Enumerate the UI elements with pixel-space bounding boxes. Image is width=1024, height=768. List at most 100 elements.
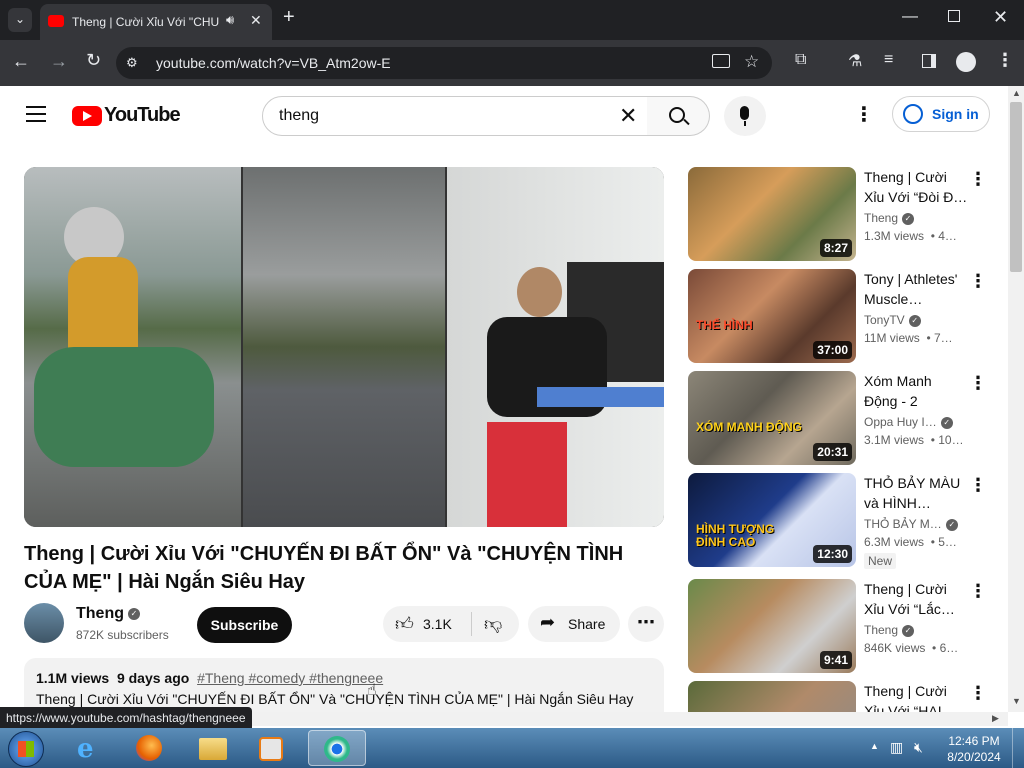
recommendation-thumbnail[interactable]: 9:41 — [688, 579, 856, 673]
recommendation-channel[interactable]: THỎ BẢY M… ✓ — [864, 517, 958, 531]
address-bar[interactable]: ⚙ youtube.com/watch?v=VB_Atm2ow-E ☆ — [116, 47, 772, 79]
site-info-icon[interactable]: ⚙ — [126, 55, 138, 71]
recommendation-item[interactable]: XÓM MANH ĐỘNG 20:31 Xóm Manh Động - 2 Oppa … — [688, 371, 998, 465]
more-options-icon[interactable]: ⋮ — [968, 683, 988, 704]
recommendation-thumbnail[interactable]: THỂ HÌNH 37:00 — [688, 269, 856, 363]
browser-tab-active[interactable]: Theng | Cười Xỉu Với "CHU 🔊︎ ✕ — [40, 4, 272, 40]
recommendation-stats: 11M views • 7… — [864, 331, 953, 345]
recommendation-channel[interactable]: TonyTV ✓ — [864, 313, 921, 327]
dislike-button[interactable]: 👎︎ — [472, 606, 519, 642]
video-duration-badge: 12:30 — [813, 545, 852, 563]
side-panel-icon[interactable] — [922, 54, 936, 68]
recommendation-title[interactable]: Xóm Manh Động - 2 — [864, 371, 968, 411]
verified-check-icon: ✓ — [945, 518, 958, 531]
more-options-icon[interactable]: ⋮ — [968, 271, 988, 292]
subscribe-button[interactable]: Subscribe — [197, 607, 292, 643]
like-dislike-group: 👍︎ 3.1K 👎︎ — [383, 606, 519, 642]
recommendation-thumbnail[interactable]: XÓM MANH ĐỘNG 20:31 — [688, 371, 856, 465]
settings-menu-icon[interactable]: ⋮ — [854, 102, 874, 127]
more-options-icon[interactable]: ⋮ — [968, 373, 988, 394]
recommendation-item[interactable]: THỂ HÌNH 37:00 Tony | Athletes' Muscle… Ton… — [688, 269, 998, 363]
minimize-icon[interactable]: — — [902, 8, 918, 26]
thumbnail-overlay-text: XÓM MANH ĐỘNG — [696, 420, 802, 434]
search-input[interactable]: theng ✕ — [262, 96, 648, 136]
back-icon[interactable]: ← — [12, 51, 30, 72]
vertical-scrollbar[interactable]: ▲ ▼ — [1008, 86, 1024, 712]
recommendation-thumbnail[interactable]: HÌNH TƯỢNG ĐỈNH CAO 12:30 — [688, 473, 856, 567]
recommendation-channel[interactable]: Oppa Huy I… ✓ — [864, 415, 953, 429]
bookmark-star-icon[interactable]: ☆ — [744, 52, 759, 72]
recommendation-title[interactable]: Theng | Cười Xỉu Với “Đòi Đ… — [864, 167, 968, 207]
youtube-play-logo-icon — [72, 106, 102, 126]
channel-name[interactable]: Theng ✓ — [76, 605, 140, 623]
windows-logo-icon — [18, 741, 34, 757]
taskbar-chrome-active[interactable] — [308, 730, 366, 766]
clock[interactable]: 12:46 PM 8/20/2024 — [944, 733, 1004, 765]
extensions-icon[interactable]: ⧉ — [795, 51, 806, 69]
more-options-icon[interactable]: ⋮ — [968, 581, 988, 602]
browser-menu-icon[interactable]: ⋮ — [996, 50, 1014, 71]
install-app-icon[interactable] — [712, 54, 730, 68]
sign-in-button[interactable]: Sign in — [892, 96, 990, 132]
show-desktop-button[interactable] — [1012, 728, 1024, 768]
folder-icon — [199, 738, 227, 760]
channel-avatar[interactable] — [24, 603, 64, 643]
taskbar-internet-explorer[interactable]: e — [64, 730, 118, 766]
recommendation-channel[interactable]: Theng ✓ — [864, 211, 915, 225]
share-button[interactable]: ➦ Share — [528, 606, 620, 642]
restore-icon[interactable] — [948, 10, 960, 22]
youtube-favicon-icon — [48, 15, 64, 27]
mouse-cursor-icon: ☝ — [367, 682, 377, 699]
windows-taskbar: e ▲ ▥ 🔇︎ 12:46 PM 8/20/2024 — [0, 728, 1024, 768]
description-box[interactable]: 1.1M views 9 days ago #Theng #comedy #th… — [24, 658, 664, 712]
hamburger-menu-icon[interactable] — [26, 106, 46, 122]
network-icon[interactable]: ▥ — [890, 739, 903, 756]
voice-search-button[interactable] — [724, 96, 766, 136]
forward-icon[interactable]: → — [50, 51, 68, 72]
url-text: youtube.com/watch?v=VB_Atm2ow-E — [156, 55, 391, 71]
more-horizontal-icon: ⋯ — [637, 612, 655, 632]
recommendation-title[interactable]: Theng | Cười Xỉu Với “HAI… — [864, 681, 968, 712]
show-hidden-icons-icon[interactable]: ▲ — [870, 741, 879, 751]
scrollbar-thumb[interactable] — [1010, 102, 1022, 272]
recommendation-thumbnail[interactable] — [688, 681, 856, 712]
tab-close-icon[interactable]: ✕ — [250, 12, 262, 29]
media-control-icon[interactable]: ≡ — [884, 51, 893, 69]
recommendation-item[interactable]: 9:41 Theng | Cười Xỉu Với “Lắc… Theng ✓ 846K… — [688, 579, 998, 673]
scroll-down-arrow-icon[interactable]: ▼ — [1012, 696, 1021, 706]
close-window-icon[interactable]: ✕ — [993, 7, 1008, 28]
video-frame-panel-middle — [243, 167, 445, 527]
taskbar-media-player[interactable] — [244, 730, 298, 766]
recommendation-thumbnail[interactable]: 8:27 — [688, 167, 856, 261]
more-actions-button[interactable]: ⋯ — [628, 606, 664, 642]
recommendation-channel[interactable]: Theng ✓ — [864, 623, 915, 637]
search-button[interactable] — [647, 96, 710, 136]
youtube-logo-text: YouTube — [104, 104, 181, 126]
new-tab-icon[interactable]: + — [283, 6, 295, 29]
scroll-right-arrow-icon[interactable]: ▶ — [992, 713, 999, 724]
more-options-icon[interactable]: ⋮ — [968, 169, 988, 190]
tab-search-icon[interactable]: ⌄ — [8, 8, 32, 32]
clear-search-icon[interactable]: ✕ — [619, 103, 637, 129]
speaker-icon[interactable]: 🔊︎ — [226, 12, 234, 28]
scroll-up-arrow-icon[interactable]: ▲ — [1012, 88, 1021, 98]
recommendation-item[interactable]: Theng | Cười Xỉu Với “HAI… ⋮ — [688, 681, 998, 712]
volume-muted-icon[interactable]: 🔇︎ — [914, 739, 923, 756]
recommendation-stats: 1.3M views • 4… — [864, 229, 957, 243]
video-player[interactable] — [24, 167, 664, 527]
recommendation-item[interactable]: 8:27 Theng | Cười Xỉu Với “Đòi Đ… Theng ✓ 1.… — [688, 167, 998, 261]
recommendation-title[interactable]: Tony | Athletes' Muscle… — [864, 269, 968, 309]
hashtags-link[interactable]: #Theng #comedy #thengneee — [197, 670, 383, 686]
verified-check-icon: ✓ — [902, 212, 915, 225]
like-button[interactable]: 👍︎ 3.1K — [383, 606, 471, 642]
more-options-icon[interactable]: ⋮ — [968, 475, 988, 496]
profile-avatar-icon[interactable] — [956, 52, 976, 72]
recommendation-title[interactable]: THỎ BẢY MÀU và HÌNH… — [864, 473, 968, 513]
reload-icon[interactable]: ↻ — [86, 50, 101, 71]
recommendation-title[interactable]: Theng | Cười Xỉu Với “Lắc… — [864, 579, 968, 619]
recommendation-item[interactable]: HÌNH TƯỢNG ĐỈNH CAO 12:30 THỎ BẢY MÀU và H… — [688, 473, 998, 569]
taskbar-firefox[interactable] — [122, 730, 176, 766]
taskbar-explorer[interactable] — [186, 730, 240, 766]
labs-flask-icon[interactable]: ⚗ — [848, 51, 862, 71]
start-button[interactable] — [8, 731, 44, 767]
